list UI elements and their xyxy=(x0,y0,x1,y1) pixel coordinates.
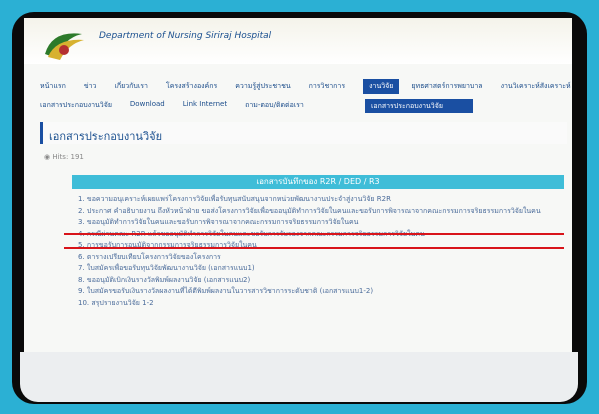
hits-counter: ◉ Hits: 191 xyxy=(44,153,84,161)
section-band: เอกสารบันทึกของ R2R / DED / R3 xyxy=(72,175,564,189)
dropdown-item-research-docs[interactable]: เอกสารประกอบงานวิจัย xyxy=(365,99,473,113)
nav-link-row1-1[interactable]: ข่าว xyxy=(84,79,97,94)
browser-screen: Department of Nursing Siriraj Hospital ห… xyxy=(24,18,572,354)
nav-link-row1-4[interactable]: ความรู้สู่ประชาชน xyxy=(235,79,290,94)
hospital-logo-icon xyxy=(45,33,84,60)
nav-link-row1-2[interactable]: เกี่ยวกับเรา xyxy=(115,79,148,94)
nav-link-row2-1[interactable]: Download xyxy=(130,98,165,113)
nav-link-row2-2[interactable]: Link Internet xyxy=(183,98,227,113)
site-title: Department of Nursing Siriraj Hospital xyxy=(99,31,272,41)
page-title: เอกสารประกอบงานวิจัย xyxy=(49,130,163,143)
eye-icon: ◉ xyxy=(44,153,51,161)
document-link[interactable]: 1. ขอความอนุเคราะห์เผยแพร่โครงการวิจัยเพ… xyxy=(78,194,564,206)
nav-link-row1-7[interactable]: ยุทธศาสตร์การพยาบาล xyxy=(411,79,482,94)
document-link[interactable]: 2. ประกาศ คำอธิบายงาน ถึงหัวหน้าฝ่าย ขอส… xyxy=(78,206,564,218)
document-link[interactable]: 6. ตารางเปรียบเทียบโครงการวิจัยของโครงกา… xyxy=(78,252,564,264)
page-title-bar: เอกสารประกอบงานวิจัย xyxy=(40,122,567,144)
document-link[interactable]: 3. ขออนุมัติทำการวิจัยในคนและขอรับการพิจ… xyxy=(78,217,564,229)
document-list: 1. ขอความอนุเคราะห์เผยแพร่โครงการวิจัยเพ… xyxy=(78,194,564,309)
nav-link-row1-5[interactable]: การวิชาการ xyxy=(309,79,345,94)
highlight-underline-top xyxy=(64,233,564,235)
nav-link-row1-3[interactable]: โครงสร้างองค์กร xyxy=(166,79,217,94)
nav-link-row1-6[interactable]: งานวิจัย xyxy=(363,79,400,94)
document-link[interactable]: 7. ใบสมัครเพื่อขอรับทุนวิจัยพัฒนางานวิจั… xyxy=(78,263,564,275)
device-bottom-panel xyxy=(20,352,578,402)
nav-link-row1-8[interactable]: งานวิเคราะห์สังเคราะห์ xyxy=(501,79,571,94)
nav-link-row2-0[interactable]: เอกสารประกอบงานวิจัย xyxy=(40,98,112,113)
document-link[interactable]: 8. ขออนุมัติเบิกเงินรางวัลพิมพ์ผลงานวิจั… xyxy=(78,275,564,287)
nav-link-row1-0[interactable]: หน้าแรก xyxy=(40,79,66,94)
hits-text: Hits: 191 xyxy=(52,153,84,161)
document-link[interactable]: 10. สรุปรายงานวิจัย 1-2 xyxy=(78,298,564,310)
site-header: Department of Nursing Siriraj Hospital xyxy=(24,18,572,64)
document-link[interactable]: 9. ใบสมัครขอรับเงินรางวัลผลงานที่ได้ตีพิ… xyxy=(78,286,564,298)
nav-link-row2-3[interactable]: ถาม-ตอบ/ติดต่อเรา xyxy=(245,98,304,113)
highlight-underline-bottom xyxy=(64,247,564,249)
document-link[interactable]: 5. การขอรับการอนุมัติจากกรรมการจริยธรรมก… xyxy=(78,240,564,252)
